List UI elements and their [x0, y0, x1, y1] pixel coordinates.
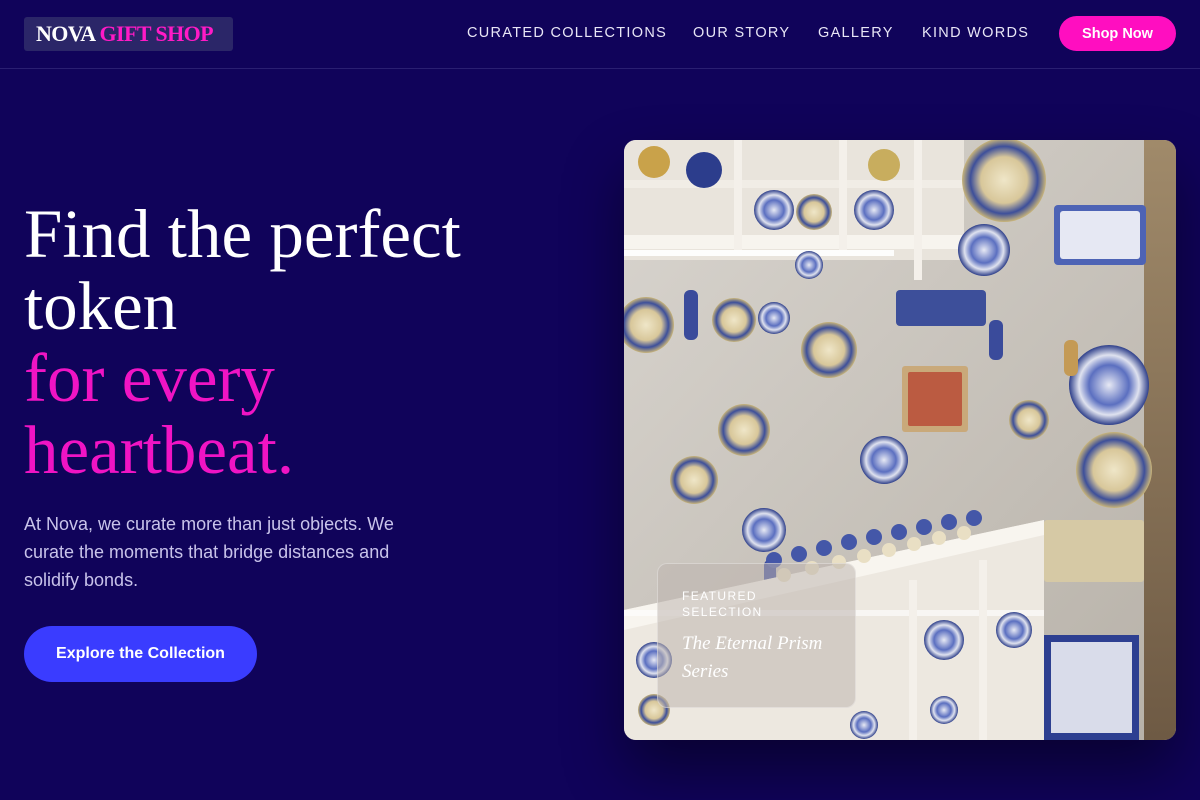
hero-heading-line: token: [24, 268, 178, 344]
featured-title: The Eternal Prism Series: [682, 633, 823, 682]
brand-name-primary: NOVA: [36, 21, 96, 46]
hero-description: At Nova, we curate more than just object…: [24, 514, 394, 590]
site-header: NOVA GIFT SHOP CURATED COLLECTIONS OUR S…: [0, 0, 1200, 69]
hero-heading-line: Find the perfect: [24, 196, 461, 272]
nav-item-kind-words[interactable]: KIND WORDS: [922, 25, 1029, 41]
nav-item-gallery[interactable]: GALLERY: [818, 25, 894, 41]
featured-label-line: FEATURED: [682, 589, 757, 603]
nav-item-curated-collections[interactable]: CURATED COLLECTIONS: [467, 25, 667, 41]
explore-collection-button[interactable]: Explore the Collection: [24, 626, 257, 682]
shop-now-button[interactable]: Shop Now: [1059, 16, 1176, 51]
featured-label-line: SELECTION: [682, 605, 763, 619]
hero-heading: Find the perfect token for every heartbe…: [24, 198, 544, 486]
featured-selection-card[interactable]: FEATURED SELECTION The Eternal Prism Ser…: [657, 563, 856, 708]
hero-heading-accent-line: for every: [24, 340, 275, 416]
brand-logo[interactable]: NOVA GIFT SHOP: [24, 17, 233, 51]
brand-name-secondary: GIFT SHOP: [99, 21, 214, 46]
nav-item-our-story[interactable]: OUR STORY: [693, 25, 790, 41]
hero-heading-accent-line: heartbeat.: [24, 412, 295, 488]
page: NOVA GIFT SHOP CURATED COLLECTIONS OUR S…: [0, 0, 1200, 800]
featured-label: FEATURED SELECTION: [682, 588, 831, 620]
